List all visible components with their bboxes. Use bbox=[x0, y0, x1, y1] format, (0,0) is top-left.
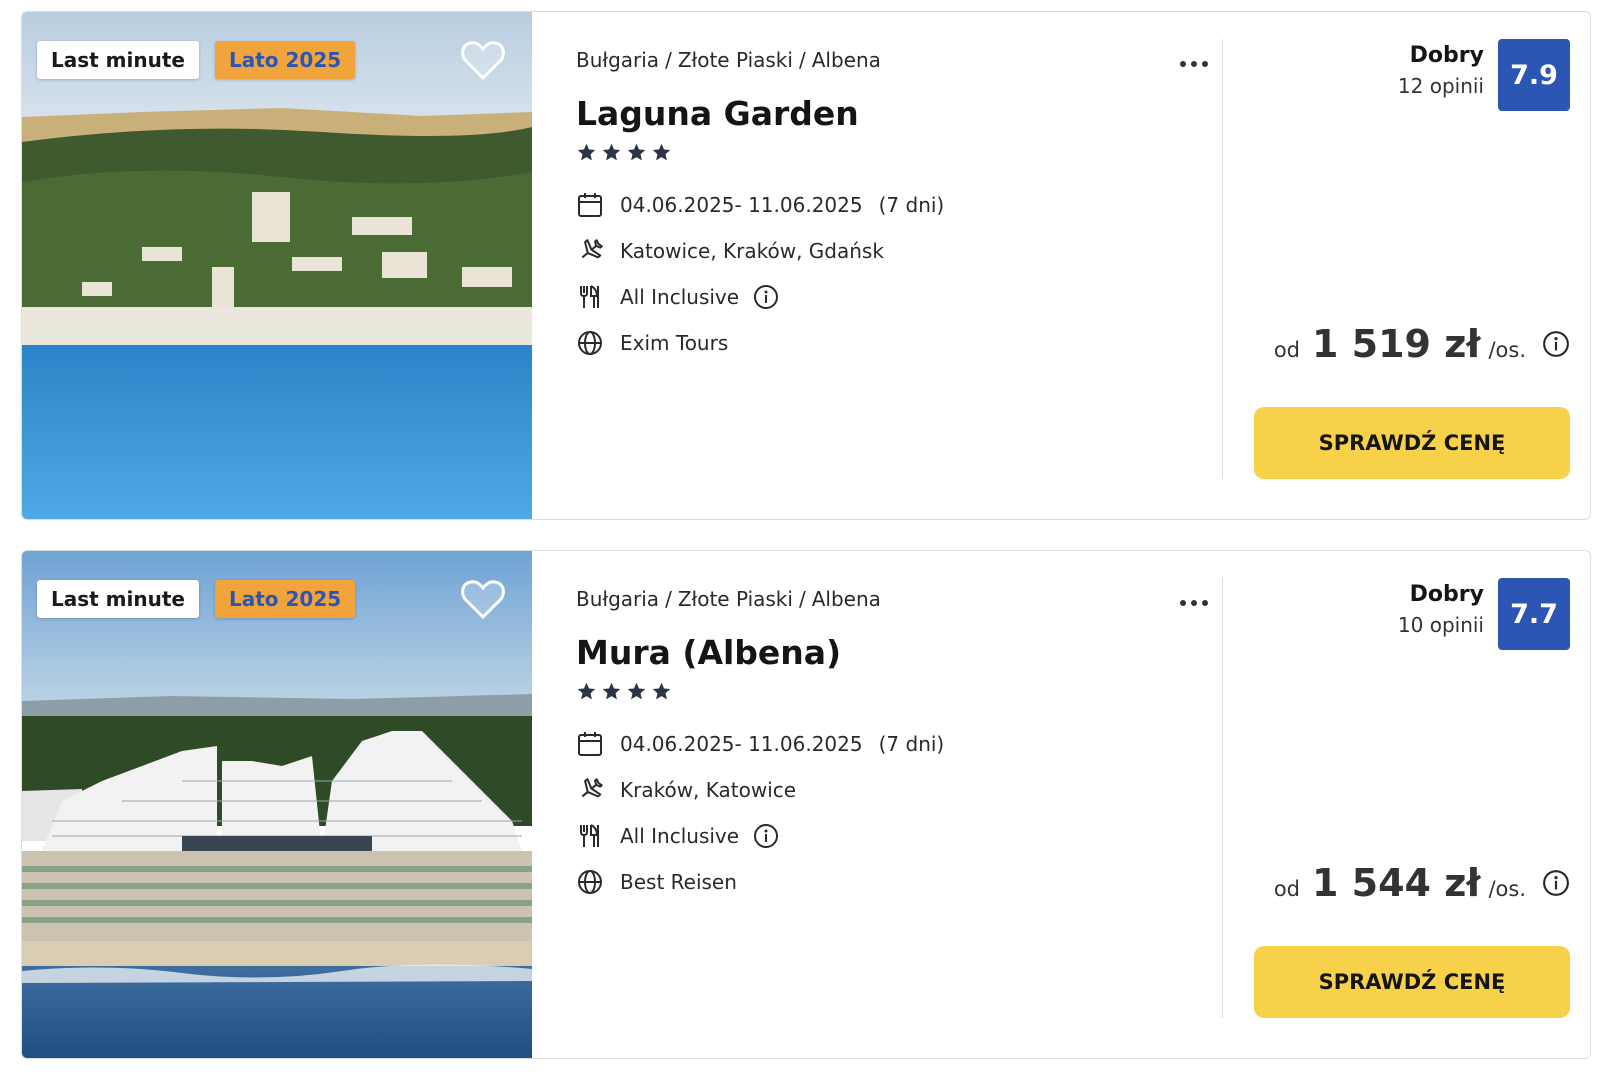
operator-text: Exim Tours bbox=[620, 331, 729, 355]
breadcrumb-separator: / bbox=[798, 48, 806, 72]
breadcrumb-separator: / bbox=[665, 587, 672, 611]
more-options-icon[interactable] bbox=[1180, 52, 1216, 67]
score-badge: 7.7 bbox=[1498, 578, 1570, 650]
star-icon bbox=[627, 682, 646, 700]
offer-card[interactable]: Last minute Lato 2025 Bułgaria / Złote Pia… bbox=[21, 550, 1591, 1059]
divider bbox=[1222, 39, 1223, 479]
rating-label: Dobry bbox=[1409, 43, 1484, 68]
calendar-icon bbox=[578, 193, 602, 217]
plane-icon bbox=[581, 778, 603, 798]
board-text: All Inclusive bbox=[620, 824, 740, 848]
operator-row: Best Reisen bbox=[576, 867, 944, 897]
board-row: All Inclusive bbox=[576, 821, 944, 851]
breadcrumb-city[interactable]: Albena bbox=[812, 587, 881, 611]
operator-text: Best Reisen bbox=[620, 870, 737, 894]
offer-facts: 04.06.2025- 11.06.2025 (7 dni) Katowice,… bbox=[576, 190, 944, 374]
plane-icon bbox=[581, 239, 603, 259]
cutlery-icon bbox=[580, 285, 599, 308]
reviews-count[interactable]: 10 opinii bbox=[1398, 610, 1484, 640]
favorite-heart-icon[interactable] bbox=[460, 578, 506, 620]
price-info-icon[interactable] bbox=[1542, 869, 1570, 897]
score-badge: 7.9 bbox=[1498, 39, 1570, 111]
price-value: 1 519 zł bbox=[1312, 322, 1481, 366]
breadcrumb: Bułgaria / Złote Piaski / Albena bbox=[576, 587, 881, 611]
star-icon bbox=[627, 143, 646, 161]
price-unit: /os. bbox=[1488, 877, 1526, 901]
star-icon bbox=[577, 143, 596, 161]
offer-facts: 04.06.2025- 11.06.2025 (7 dni) Kraków, K… bbox=[576, 729, 944, 913]
divider bbox=[1222, 578, 1223, 1018]
cutlery-icon bbox=[580, 824, 599, 847]
season-badge: Lato 2025 bbox=[215, 41, 356, 79]
rating-label: Dobry bbox=[1409, 582, 1484, 607]
price-unit: /os. bbox=[1488, 338, 1526, 362]
check-price-button[interactable]: SPRAWDŹ CENĘ bbox=[1254, 946, 1570, 1018]
departures-row: Katowice, Kraków, Gdańsk bbox=[576, 236, 944, 266]
offer-info: Bułgaria / Złote Piaski / Albena Laguna Gard… bbox=[576, 12, 1216, 519]
resort-aerial-photo[interactable] bbox=[22, 12, 532, 519]
breadcrumb-region[interactable]: Złote Piaski bbox=[678, 48, 793, 72]
more-options-icon[interactable] bbox=[1180, 591, 1216, 606]
dates-row: 04.06.2025- 11.06.2025 (7 dni) bbox=[576, 190, 944, 220]
season-badge: Lato 2025 bbox=[215, 580, 356, 618]
breadcrumb-region[interactable]: Złote Piaski bbox=[678, 587, 793, 611]
dates-text: 04.06.2025- 11.06.2025 bbox=[620, 193, 863, 217]
info-icon[interactable] bbox=[753, 823, 779, 849]
breadcrumb-country[interactable]: Bułgaria bbox=[576, 48, 659, 72]
duration-text: (7 dni) bbox=[878, 732, 945, 756]
board-row: All Inclusive bbox=[576, 282, 944, 312]
hotel-name[interactable]: Mura (Albena) bbox=[576, 633, 841, 672]
star-icon bbox=[652, 143, 671, 161]
favorite-heart-icon[interactable] bbox=[460, 39, 506, 81]
departures-row: Kraków, Katowice bbox=[576, 775, 944, 805]
board-text: All Inclusive bbox=[620, 285, 740, 309]
rating-block[interactable]: Dobry 12 opinii 7.9 bbox=[1398, 39, 1570, 111]
star-rating bbox=[576, 142, 672, 163]
breadcrumb-city[interactable]: Albena bbox=[812, 48, 881, 72]
operator-row: Exim Tours bbox=[576, 328, 944, 358]
reviews-count[interactable]: 12 opinii bbox=[1398, 71, 1484, 101]
last-minute-badge: Last minute bbox=[37, 580, 199, 618]
hotel-name[interactable]: Laguna Garden bbox=[576, 94, 859, 133]
check-price-button[interactable]: SPRAWDŹ CENĘ bbox=[1254, 407, 1570, 479]
hotel-beach-photo[interactable] bbox=[22, 551, 532, 1058]
globe-icon bbox=[578, 331, 602, 355]
price-prefix: od bbox=[1273, 338, 1300, 362]
price-info-icon[interactable] bbox=[1542, 330, 1570, 358]
globe-icon bbox=[578, 870, 602, 894]
offer-card[interactable]: Last minute Lato 2025 Bułgaria / Złote Pia… bbox=[21, 11, 1591, 520]
breadcrumb-country[interactable]: Bułgaria bbox=[576, 587, 659, 611]
price-value: 1 544 zł bbox=[1312, 861, 1481, 905]
star-icon bbox=[652, 682, 671, 700]
duration-text: (7 dni) bbox=[878, 193, 945, 217]
dates-text: 04.06.2025- 11.06.2025 bbox=[620, 732, 863, 756]
dates-row: 04.06.2025- 11.06.2025 (7 dni) bbox=[576, 729, 944, 759]
price-row: od 1 544 zł /os. bbox=[1274, 861, 1570, 905]
breadcrumb-separator: / bbox=[798, 587, 806, 611]
rating-block[interactable]: Dobry 10 opinii 7.7 bbox=[1398, 578, 1570, 650]
offer-info: Bułgaria / Złote Piaski / Albena Mura (Alben… bbox=[576, 551, 1216, 1058]
breadcrumb: Bułgaria / Złote Piaski / Albena bbox=[576, 48, 881, 72]
breadcrumb-separator: / bbox=[665, 48, 672, 72]
calendar-icon bbox=[578, 732, 602, 756]
offer-list: Last minute Lato 2025 Bułgaria / Złote Pia… bbox=[21, 11, 1591, 1059]
star-icon bbox=[602, 143, 621, 161]
info-icon[interactable] bbox=[753, 284, 779, 310]
departures-text: Kraków, Katowice bbox=[620, 778, 797, 802]
star-rating bbox=[576, 681, 672, 702]
price-row: od 1 519 zł /os. bbox=[1274, 322, 1570, 366]
price-prefix: od bbox=[1273, 877, 1300, 901]
star-icon bbox=[602, 682, 621, 700]
star-icon bbox=[577, 682, 596, 700]
last-minute-badge: Last minute bbox=[37, 41, 199, 79]
departures-text: Katowice, Kraków, Gdańsk bbox=[620, 239, 884, 263]
